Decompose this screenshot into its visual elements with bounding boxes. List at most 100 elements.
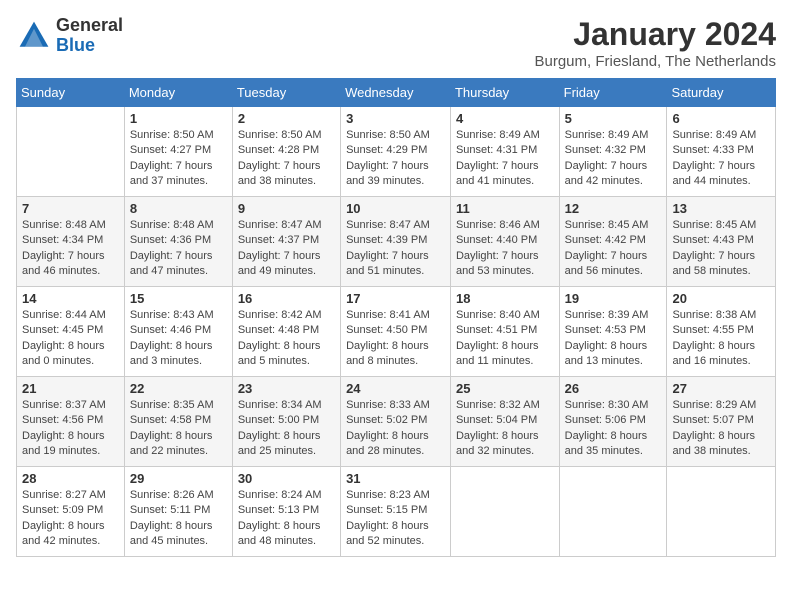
calendar-cell: 30 Sunrise: 8:24 AMSunset: 5:13 PMDayligh…	[232, 467, 340, 557]
calendar-cell: 4Sunrise: 8:49 AMSunset: 4:31 PMDaylight…	[450, 107, 559, 197]
calendar-cell: 17 Sunrise: 8:41 AMSunset: 4:50 PMDayligh…	[341, 287, 451, 377]
day-info: Sunrise: 8:49 AMSunset: 4:32 PMDaylight:…	[565, 128, 662, 190]
day-number: 5	[565, 111, 662, 126]
day-info: Sunrise: 8:32 AMSunset: 5:04 PMDaylight:…	[456, 398, 554, 460]
calendar-cell: 19Sunrise: 8:39 AMSunset: 4:53 PMDayligh…	[559, 287, 667, 377]
day-info: Sunrise: 8:49 AMSunset: 4:33 PMDaylight:…	[672, 128, 770, 190]
day-number: 4	[456, 111, 554, 126]
day-number: 7	[22, 201, 119, 216]
day-number: 17	[346, 291, 445, 306]
day-number: 10	[346, 201, 445, 216]
calendar-cell: 11Sunrise: 8:46 AMSunset: 4:40 PMDayligh…	[450, 197, 559, 287]
day-info: Sunrise: 8:42 AMSunset: 4:48 PMDaylight:…	[238, 308, 335, 370]
day-info: Sunrise: 8:26 AMSunset: 5:11 PMDaylight:…	[130, 488, 227, 550]
day-info: Sunrise: 8:27 AMSunset: 5:09 PMDaylight:…	[22, 488, 119, 550]
day-number: 18	[456, 291, 554, 306]
day-info: Sunrise: 8:33 AMSunset: 5:02 PMDaylight:…	[346, 398, 445, 460]
day-number: 21	[22, 381, 119, 396]
day-number: 22	[130, 381, 227, 396]
weekday-header: Friday	[559, 79, 667, 107]
calendar-cell: 26 Sunrise: 8:30 AMSunset: 5:06 PMDayligh…	[559, 377, 667, 467]
day-info: Sunrise: 8:40 AMSunset: 4:51 PMDaylight:…	[456, 308, 554, 370]
calendar-cell: 28 Sunrise: 8:27 AMSunset: 5:09 PMDayligh…	[17, 467, 125, 557]
day-info: Sunrise: 8:47 AMSunset: 4:37 PMDaylight:…	[238, 218, 335, 280]
calendar-week: 1Sunrise: 8:50 AMSunset: 4:27 PMDaylight…	[17, 107, 776, 197]
calendar-cell: 1Sunrise: 8:50 AMSunset: 4:27 PMDaylight…	[124, 107, 232, 197]
day-number: 29	[130, 471, 227, 486]
calendar-cell: 22Sunrise: 8:35 AMSunset: 4:58 PMDayligh…	[124, 377, 232, 467]
day-info: Sunrise: 8:41 AMSunset: 4:50 PMDaylight:…	[346, 308, 445, 370]
day-info: Sunrise: 8:48 AMSunset: 4:36 PMDaylight:…	[130, 218, 227, 280]
calendar-cell: 7 Sunrise: 8:48 AMSunset: 4:34 PMDaylight…	[17, 197, 125, 287]
calendar-cell: 25 Sunrise: 8:32 AMSunset: 5:04 PMDayligh…	[450, 377, 559, 467]
title-block: January 2024 Burgum, Friesland, The Neth…	[534, 16, 776, 70]
day-number: 24	[346, 381, 445, 396]
day-info: Sunrise: 8:50 AMSunset: 4:29 PMDaylight:…	[346, 128, 445, 190]
day-info: Sunrise: 8:24 AMSunset: 5:13 PMDaylight:…	[238, 488, 335, 550]
day-info: Sunrise: 8:39 AMSunset: 4:53 PMDaylight:…	[565, 308, 662, 370]
day-info: Sunrise: 8:48 AMSunset: 4:34 PMDaylight:…	[22, 218, 119, 280]
weekday-header: Wednesday	[341, 79, 451, 107]
calendar-cell: 15 Sunrise: 8:43 AMSunset: 4:46 PMDayligh…	[124, 287, 232, 377]
calendar-body: 1Sunrise: 8:50 AMSunset: 4:27 PMDaylight…	[17, 107, 776, 557]
day-number: 28	[22, 471, 119, 486]
calendar-cell: 2Sunrise: 8:50 AMSunset: 4:28 PMDaylight…	[232, 107, 340, 197]
location: Burgum, Friesland, The Netherlands	[534, 53, 776, 70]
calendar-cell: 5 Sunrise: 8:49 AMSunset: 4:32 PMDaylight…	[559, 107, 667, 197]
day-number: 31	[346, 471, 445, 486]
calendar-cell: 14Sunrise: 8:44 AMSunset: 4:45 PMDayligh…	[17, 287, 125, 377]
day-info: Sunrise: 8:44 AMSunset: 4:45 PMDaylight:…	[22, 308, 119, 370]
calendar-cell	[17, 107, 125, 197]
day-number: 11	[456, 201, 554, 216]
day-number: 16	[238, 291, 335, 306]
calendar-cell: 24 Sunrise: 8:33 AMSunset: 5:02 PMDayligh…	[341, 377, 451, 467]
day-info: Sunrise: 8:23 AMSunset: 5:15 PMDaylight:…	[346, 488, 445, 550]
logo-blue: Blue	[56, 36, 123, 56]
day-info: Sunrise: 8:34 AMSunset: 5:00 PMDaylight:…	[238, 398, 335, 460]
day-number: 27	[672, 381, 770, 396]
day-number: 25	[456, 381, 554, 396]
weekday-header: Monday	[124, 79, 232, 107]
calendar-week: 14Sunrise: 8:44 AMSunset: 4:45 PMDayligh…	[17, 287, 776, 377]
calendar-cell: 9 Sunrise: 8:47 AMSunset: 4:37 PMDaylight…	[232, 197, 340, 287]
day-info: Sunrise: 8:45 AMSunset: 4:42 PMDaylight:…	[565, 218, 662, 280]
day-info: Sunrise: 8:29 AMSunset: 5:07 PMDaylight:…	[672, 398, 770, 460]
calendar-cell: 21 Sunrise: 8:37 AMSunset: 4:56 PMDayligh…	[17, 377, 125, 467]
day-info: Sunrise: 8:43 AMSunset: 4:46 PMDaylight:…	[130, 308, 227, 370]
day-info: Sunrise: 8:45 AMSunset: 4:43 PMDaylight:…	[672, 218, 770, 280]
day-number: 15	[130, 291, 227, 306]
day-number: 3	[346, 111, 445, 126]
day-number: 30	[238, 471, 335, 486]
page-header: General Blue January 2024 Burgum, Friesl…	[16, 16, 776, 70]
logo: General Blue	[16, 16, 123, 56]
calendar-cell: 13Sunrise: 8:45 AMSunset: 4:43 PMDayligh…	[667, 197, 776, 287]
logo-general: General	[56, 16, 123, 36]
calendar-cell: 18 Sunrise: 8:40 AMSunset: 4:51 PMDayligh…	[450, 287, 559, 377]
calendar-cell	[450, 467, 559, 557]
calendar-cell: 3 Sunrise: 8:50 AMSunset: 4:29 PMDaylight…	[341, 107, 451, 197]
day-number: 1	[130, 111, 227, 126]
calendar-week: 21 Sunrise: 8:37 AMSunset: 4:56 PMDayligh…	[17, 377, 776, 467]
calendar-cell: 29 Sunrise: 8:26 AMSunset: 5:11 PMDayligh…	[124, 467, 232, 557]
calendar-cell: 10 Sunrise: 8:47 AMSunset: 4:39 PMDayligh…	[341, 197, 451, 287]
calendar-header: SundayMondayTuesdayWednesdayThursdayFrid…	[17, 79, 776, 107]
weekday-header: Sunday	[17, 79, 125, 107]
day-info: Sunrise: 8:30 AMSunset: 5:06 PMDaylight:…	[565, 398, 662, 460]
day-number: 8	[130, 201, 227, 216]
day-number: 26	[565, 381, 662, 396]
day-info: Sunrise: 8:47 AMSunset: 4:39 PMDaylight:…	[346, 218, 445, 280]
day-number: 9	[238, 201, 335, 216]
calendar-cell: 27 Sunrise: 8:29 AMSunset: 5:07 PMDayligh…	[667, 377, 776, 467]
day-number: 2	[238, 111, 335, 126]
day-number: 12	[565, 201, 662, 216]
day-info: Sunrise: 8:37 AMSunset: 4:56 PMDaylight:…	[22, 398, 119, 460]
calendar-cell	[667, 467, 776, 557]
calendar-cell	[559, 467, 667, 557]
calendar-week: 28 Sunrise: 8:27 AMSunset: 5:09 PMDayligh…	[17, 467, 776, 557]
logo-icon	[16, 18, 52, 54]
day-number: 20	[672, 291, 770, 306]
calendar-cell: 12 Sunrise: 8:45 AMSunset: 4:42 PMDayligh…	[559, 197, 667, 287]
weekday-header: Thursday	[450, 79, 559, 107]
calendar-cell: 6Sunrise: 8:49 AMSunset: 4:33 PMDaylight…	[667, 107, 776, 197]
calendar-cell: 20Sunrise: 8:38 AMSunset: 4:55 PMDayligh…	[667, 287, 776, 377]
